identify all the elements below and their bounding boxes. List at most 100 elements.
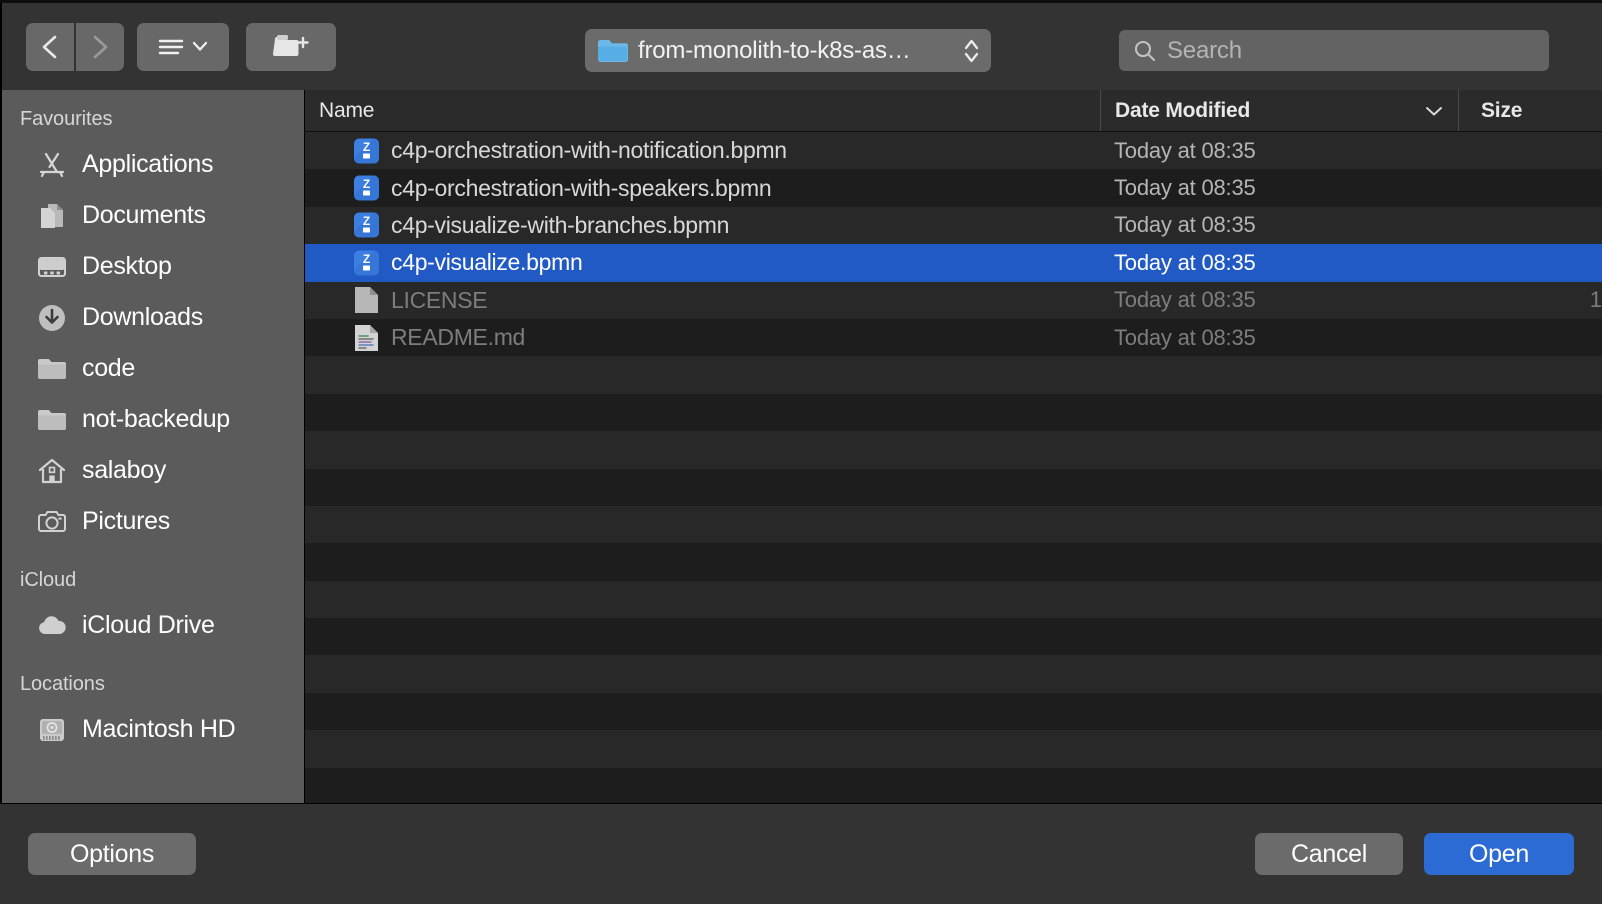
bpmn-file-icon: Z [354, 175, 379, 201]
back-button[interactable] [26, 22, 74, 71]
harddisk-icon [36, 714, 68, 746]
bpmn-file-icon: Z [354, 212, 379, 238]
sidebar-item-label: Desktop [82, 252, 172, 280]
search-input[interactable]: Search [1119, 30, 1549, 71]
file-rows: Zc4p-orchestration-with-notification.bpm… [305, 132, 1602, 803]
svg-text:Z: Z [363, 252, 370, 266]
open-file-dialog: from-monolith-to-k8s-as… Search Favourit… [0, 0, 1602, 904]
table-row[interactable]: Zc4p-orchestration-with-notification.bpm… [305, 132, 1602, 170]
downloads-icon [36, 302, 68, 334]
file-date-cell: Today at 08:35 [1114, 137, 1256, 163]
table-row[interactable]: Zc4p-orchestration-with-speakers.bpmn Tod… [305, 169, 1602, 207]
file-name-cell: README.md [305, 323, 1100, 353]
table-row[interactable]: Zc4p-visualize.bpmn Today at 08:35 [305, 244, 1602, 282]
file-date-cell: Today at 08:35 [1114, 212, 1256, 238]
forward-button[interactable] [76, 22, 124, 71]
svg-text:Z: Z [363, 214, 370, 228]
column-header-name[interactable]: Name [305, 90, 1100, 131]
chevron-down-icon [192, 41, 208, 51]
new-folder-button[interactable] [246, 22, 336, 71]
home-icon [36, 455, 68, 487]
sidebar-item-macintosh-hd[interactable]: Macintosh HD [2, 704, 304, 755]
table-row[interactable]: LICENSE Today at 08:35 1 [305, 281, 1602, 319]
empty-row [305, 730, 1602, 768]
view-options-button[interactable] [137, 22, 229, 71]
path-popup-label: from-monolith-to-k8s-as… [638, 36, 911, 64]
file-name: LICENSE [391, 286, 488, 313]
file-name: c4p-orchestration-with-speakers.bpmn [391, 174, 772, 201]
chevron-down-icon [1426, 106, 1442, 115]
chevron-right-icon [93, 35, 108, 58]
up-down-chevrons-icon [964, 39, 979, 62]
chevron-left-icon [42, 35, 57, 58]
file-name: c4p-orchestration-with-notification.bpmn [391, 137, 787, 164]
file-date-cell: Today at 08:35 [1114, 249, 1256, 275]
file-date-cell: Today at 08:35 [1114, 287, 1256, 313]
pictures-icon [36, 506, 68, 538]
icloud-icon [36, 610, 68, 642]
sidebar-item-downloads[interactable]: Downloads [2, 292, 304, 343]
file-name: README.md [391, 324, 526, 351]
sidebar-item-not-backedup[interactable]: not-backedup [2, 394, 304, 445]
empty-row [305, 431, 1602, 469]
text-document-icon [353, 323, 380, 353]
table-row[interactable]: Zc4p-visualize-with-branches.bpmn Today a… [305, 206, 1602, 245]
file-name-cell: Zc4p-visualize-with-branches.bpmn [305, 210, 1100, 240]
sidebar-item-code[interactable]: code [2, 343, 304, 394]
sidebar-item-label: code [82, 354, 136, 382]
column-header-size[interactable]: Size [1458, 90, 1602, 131]
sidebar-item-desktop[interactable]: Desktop [2, 241, 304, 292]
sidebar-item-salaboy[interactable]: salaboy [2, 445, 304, 496]
empty-row [305, 580, 1602, 619]
toolbar: from-monolith-to-k8s-as… Search [0, 3, 1602, 90]
sidebar-item-applications[interactable]: Applications [2, 139, 304, 190]
open-button[interactable]: Open [1424, 833, 1574, 875]
search-placeholder: Search [1167, 36, 1242, 64]
path-popup-button[interactable]: from-monolith-to-k8s-as… [585, 29, 991, 72]
new-folder-icon [273, 34, 309, 56]
sidebar-item-icloud-drive[interactable]: iCloud Drive [2, 600, 304, 651]
file-name-cell: Zc4p-visualize.bpmn [305, 248, 1100, 278]
file-name: c4p-visualize.bpmn [391, 249, 583, 276]
column-headers: Name Date Modified Size [305, 90, 1602, 132]
file-list: Name Date Modified Size Zc4p-orchestrati… [305, 90, 1602, 803]
options-button[interactable]: Options [28, 833, 196, 875]
sidebar-item-label: salaboy [82, 456, 167, 484]
svg-text:Z: Z [363, 140, 370, 154]
file-name: c4p-visualize-with-branches.bpmn [391, 211, 730, 238]
file-date-cell: Today at 08:35 [1114, 324, 1256, 350]
empty-row [305, 543, 1602, 581]
sidebar-item-label: Macintosh HD [82, 715, 236, 743]
documents-icon [36, 200, 68, 232]
sidebar-item-label: iCloud Drive [82, 611, 215, 639]
cancel-button[interactable]: Cancel [1255, 833, 1403, 875]
navigation-buttons [26, 22, 124, 71]
sidebar-item-documents[interactable]: Documents [2, 190, 304, 241]
text-document-icon [355, 324, 378, 351]
column-header-label: Name [319, 98, 375, 122]
empty-row [305, 505, 1602, 544]
empty-row [305, 393, 1602, 432]
search-icon [1134, 40, 1156, 61]
file-name-cell: Zc4p-orchestration-with-speakers.bpmn [305, 173, 1100, 203]
sidebar-item-pictures[interactable]: Pictures [2, 496, 304, 547]
sidebar-item-label: not-backedup [82, 405, 230, 433]
bpmn-file-icon: Z [354, 138, 379, 164]
list-view-icon [158, 39, 184, 54]
folder-icon [36, 404, 68, 436]
sidebar-section-icloud: iCloud [20, 569, 77, 591]
column-header-label: Date Modified [1115, 98, 1251, 122]
empty-row [305, 692, 1602, 731]
column-header-date-modified[interactable]: Date Modified [1100, 90, 1458, 131]
file-size-cell: 1 [1589, 287, 1602, 313]
column-header-label: Size [1481, 98, 1523, 122]
sidebar-item-label: Documents [82, 201, 206, 229]
bpmn-file-icon: Z [353, 248, 380, 278]
empty-row [305, 468, 1602, 506]
sidebar-section-locations: Locations [20, 673, 105, 695]
empty-row [305, 655, 1602, 693]
folder-icon [36, 353, 68, 385]
dialog-body: Favourites Applications Documents Deskto… [0, 90, 1602, 803]
sidebar-item-label: Pictures [82, 507, 170, 535]
table-row[interactable]: README.md Today at 08:35 [305, 318, 1602, 357]
